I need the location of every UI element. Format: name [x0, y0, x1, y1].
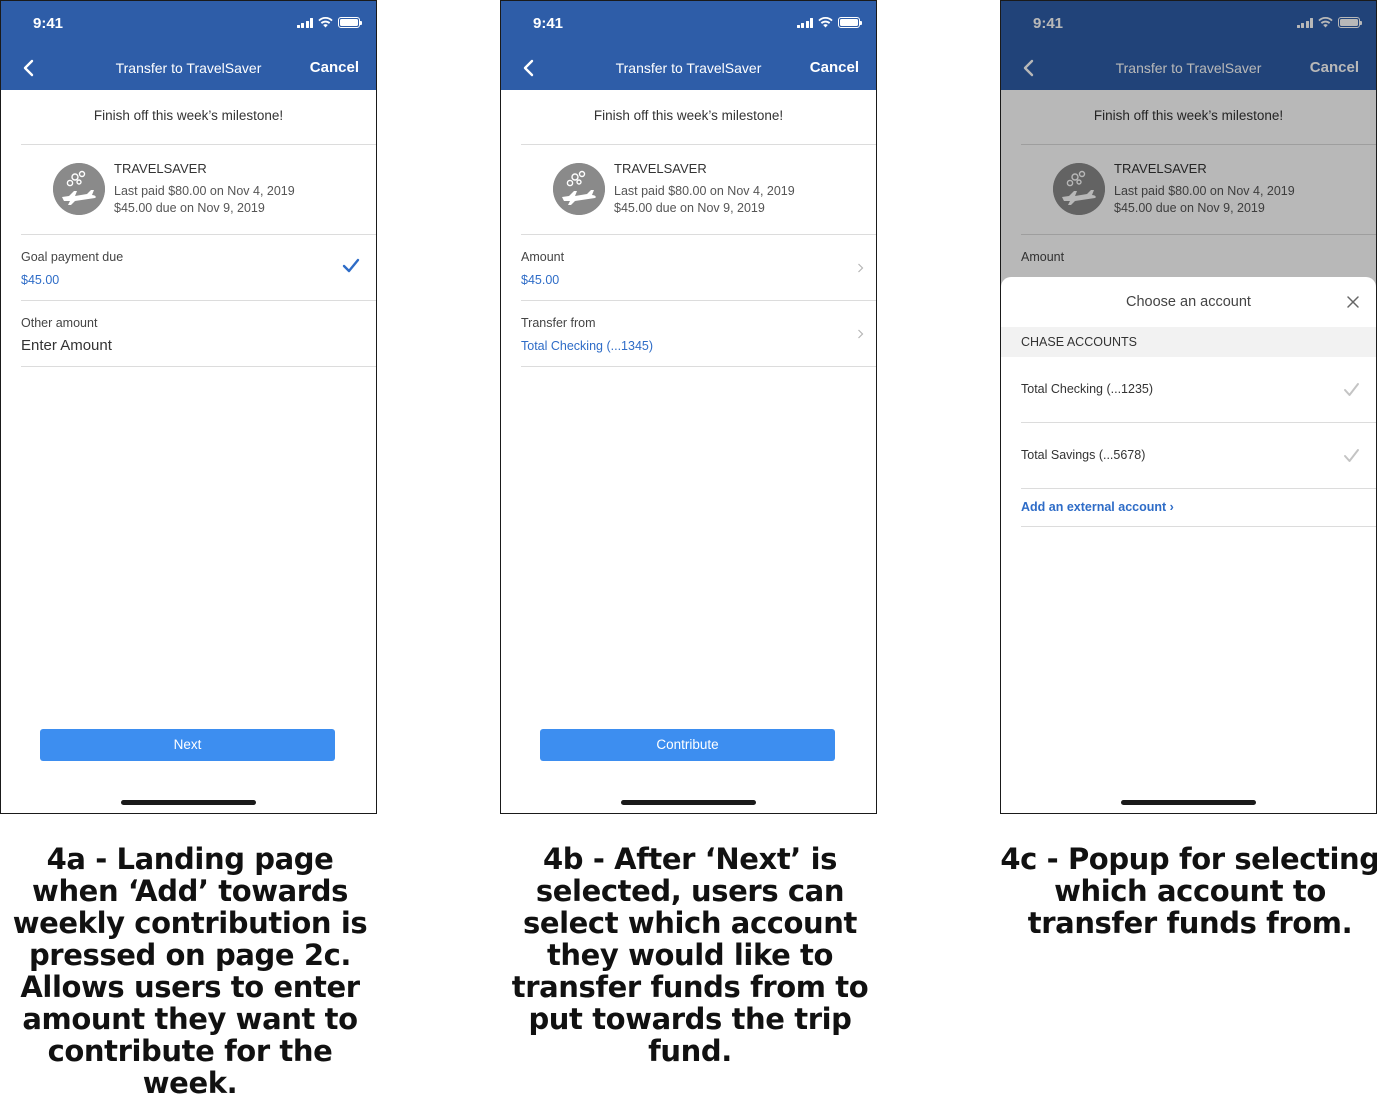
- account-name: TRAVELSAVER: [114, 161, 207, 176]
- goal-payment-value: $45.00: [21, 273, 60, 287]
- account-option-label: Total Savings (...5678): [1021, 448, 1146, 462]
- chevron-right-icon: [858, 329, 864, 339]
- home-indicator: [121, 800, 256, 805]
- other-amount-input[interactable]: Enter Amount: [21, 337, 112, 354]
- divider: [521, 234, 876, 235]
- divider: [21, 234, 376, 235]
- account-due: $45.00 due on Nov 9, 2019: [614, 201, 765, 215]
- amount-value: $45.00: [521, 273, 560, 287]
- phone-screen-4b: 9:41 Transfer to TravelSaver Cancel Fini…: [500, 0, 877, 814]
- divider: [21, 300, 376, 301]
- goal-payment-label: Goal payment due: [21, 250, 124, 264]
- divider: [1021, 526, 1376, 527]
- close-icon[interactable]: [1346, 295, 1360, 309]
- account-name: TRAVELSAVER: [614, 161, 707, 176]
- phone-screen-4c: 9:41 Transfer to TravelSaver Cancel Fini…: [1000, 0, 1377, 814]
- wifi-icon: [318, 17, 333, 28]
- contribute-button[interactable]: Contribute: [540, 729, 835, 761]
- signal-icon: [296, 17, 313, 28]
- cancel-button[interactable]: Cancel: [310, 59, 359, 76]
- divider: [1021, 422, 1376, 423]
- plane-with-coins-icon: [53, 163, 105, 215]
- account-last-paid: Last paid $80.00 on Nov 4, 2019: [614, 184, 795, 198]
- nav-header: 9:41 Transfer to TravelSaver Cancel: [501, 1, 876, 90]
- plane-with-coins-icon: [553, 163, 605, 215]
- divider: [521, 144, 876, 145]
- milestone-text: Finish off this week’s milestone!: [593, 108, 784, 123]
- caption-4a: 4a - Landing page when ‘Add’ towards wee…: [12, 842, 368, 1097]
- phone-screen-4a: 9:41 Transfer to TravelSaver Cancel Fini…: [0, 0, 377, 814]
- status-time: 9:41: [533, 15, 564, 32]
- section-header: CHASE ACCOUNTS: [1001, 327, 1376, 357]
- signal-icon: [796, 17, 813, 28]
- account-last-paid: Last paid $80.00 on Nov 4, 2019: [114, 184, 295, 198]
- milestone-text: Finish off this week’s milestone!: [93, 108, 284, 123]
- caption-4c: 4c - Popup for selecting which account t…: [1000, 842, 1377, 940]
- section-header-label: CHASE ACCOUNTS: [1021, 335, 1137, 349]
- status-icons: [296, 17, 362, 28]
- home-indicator: [1121, 800, 1256, 805]
- divider: [521, 366, 876, 367]
- chevron-right-icon: [858, 263, 864, 273]
- checkmark-icon: [1344, 449, 1359, 462]
- status-icons: [796, 17, 862, 28]
- battery-icon: [838, 17, 862, 28]
- other-amount-label: Other amount: [21, 316, 98, 330]
- checkmark-icon: [1344, 383, 1359, 396]
- cancel-button[interactable]: Cancel: [810, 59, 859, 76]
- divider: [21, 366, 376, 367]
- checkmark-icon: [342, 258, 360, 273]
- transfer-from-label: Transfer from: [521, 316, 596, 330]
- battery-icon: [338, 17, 362, 28]
- home-indicator: [621, 800, 756, 805]
- divider: [1021, 488, 1376, 489]
- account-option-label: Total Checking (...1235): [1021, 382, 1154, 396]
- divider: [521, 300, 876, 301]
- divider: [21, 144, 376, 145]
- amount-label: Amount: [521, 250, 565, 264]
- nav-header: 9:41 Transfer to TravelSaver Cancel: [1, 1, 376, 90]
- account-due: $45.00 due on Nov 9, 2019: [114, 201, 265, 215]
- status-time: 9:41: [33, 15, 64, 32]
- add-external-account-link[interactable]: Add an external account ›: [1021, 500, 1174, 514]
- wifi-icon: [818, 17, 833, 28]
- caption-4b: 4b - After ‘Next’ is selected, users can…: [511, 842, 869, 1068]
- transfer-from-value: Total Checking (...1345): [521, 339, 654, 353]
- choose-account-sheet: Choose an account CHASE ACCOUNTS Total C…: [1001, 277, 1376, 813]
- next-button[interactable]: Next: [40, 729, 335, 761]
- sheet-title: Choose an account: [1126, 294, 1251, 310]
